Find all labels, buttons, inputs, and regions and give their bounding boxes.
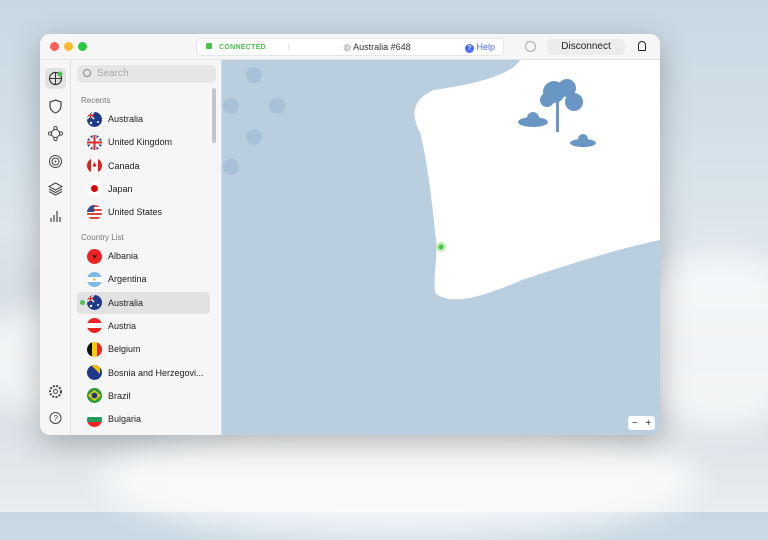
country-item[interactable]: Australia [77,291,210,314]
maximize-button[interactable] [78,42,87,51]
zoom-out-button[interactable]: − [632,418,638,429]
server-label: Australia #648 [353,41,411,52]
flag-jp-icon [87,181,102,197]
flag-ca-icon [87,158,102,174]
connected-dot [80,300,85,306]
zoom-in-button[interactable]: + [645,418,651,429]
country-name: Australia [108,114,144,124]
country-item[interactable]: Canada [77,155,210,177]
pause-icon[interactable] [525,41,536,52]
country-item[interactable]: Argentina [77,268,210,290]
icon-rail: ? [40,60,71,435]
app-window: CONNECTED ◍ Australia #648 ? Help Discon… [40,34,660,435]
country-name: Canada [108,160,140,171]
country-name: Argentina [108,274,147,285]
flag-au-icon [87,295,102,311]
flag-gb-icon [87,134,102,150]
country-name: United States [108,207,163,218]
globe-icon[interactable] [45,68,66,89]
search-icon [83,69,91,77]
connection-status: CONNECTED [219,43,289,51]
country-name: Australia [108,297,144,308]
flag-us-icon [87,204,102,220]
disconnect-button[interactable]: Disconnect [547,39,625,55]
country-item[interactable]: Austria [77,315,210,337]
lock-icon [206,43,212,49]
help-label: Help [476,41,495,52]
flag-br-icon [87,388,102,404]
flag-at-icon [87,318,102,334]
country-name: Brazil [108,390,131,401]
recents-heading: Recents [81,96,111,105]
country-item[interactable]: United States [77,201,210,223]
flag-ba-icon [87,365,102,380]
country-item[interactable]: Bulgaria [77,408,210,430]
country-item[interactable]: United Kingdom [77,131,210,153]
flag-be-icon [87,341,102,357]
svg-text:?: ? [54,414,59,423]
title-bar: CONNECTED ◍ Australia #648 ? Help Discon… [40,34,660,60]
country-list-heading: Country List [81,233,124,242]
target-icon[interactable] [45,151,66,172]
country-name: Belgium [108,344,141,355]
help-icon: ? [464,43,474,53]
land-mass [414,60,660,300]
close-button[interactable] [50,42,59,51]
country-name: Bosnia and Herzegovi... [108,367,204,378]
scrollbar[interactable] [212,88,216,143]
settings-icon[interactable] [45,381,66,402]
map-canvas [223,60,660,300]
zoom-controls: − + [628,416,655,430]
country-item[interactable]: Australia [77,108,210,130]
country-item[interactable]: Albania [77,245,210,267]
globe-icon: ◍ [343,41,354,52]
country-list-panel: Search Recents Australia United Kingdom Ca… [71,60,222,435]
map[interactable]: − + [222,60,660,435]
minimize-button[interactable] [64,42,73,51]
country-name: Albania [108,251,139,261]
country-item[interactable]: Japan [77,178,210,200]
bell-icon[interactable] [638,41,646,51]
flag-ar-icon [87,271,102,287]
country-item[interactable]: Belgium [77,338,210,360]
connection-status-bar: CONNECTED ◍ Australia #648 ? Help [196,38,504,56]
server-name[interactable]: ◍ Australia #648 [289,42,465,53]
layers-icon[interactable] [45,178,66,199]
stats-icon[interactable] [45,206,66,227]
country-item[interactable]: Bosnia and Herzegovi... [77,362,210,384]
flag-bg-icon [87,411,102,427]
flag-au-icon [87,111,102,127]
search-input[interactable]: Search [77,65,216,83]
flag-al-icon [87,248,102,264]
meshnet-icon[interactable] [45,123,66,144]
country-name: Japan [108,183,133,194]
shield-icon[interactable] [45,96,66,117]
help-link[interactable]: ? Help [464,41,495,53]
country-name: United Kingdom [108,137,173,148]
country-name: Austria [108,320,137,331]
country-name: Bulgaria [108,414,142,425]
support-icon[interactable]: ? [45,408,66,429]
country-item[interactable]: Brazil [77,385,210,407]
